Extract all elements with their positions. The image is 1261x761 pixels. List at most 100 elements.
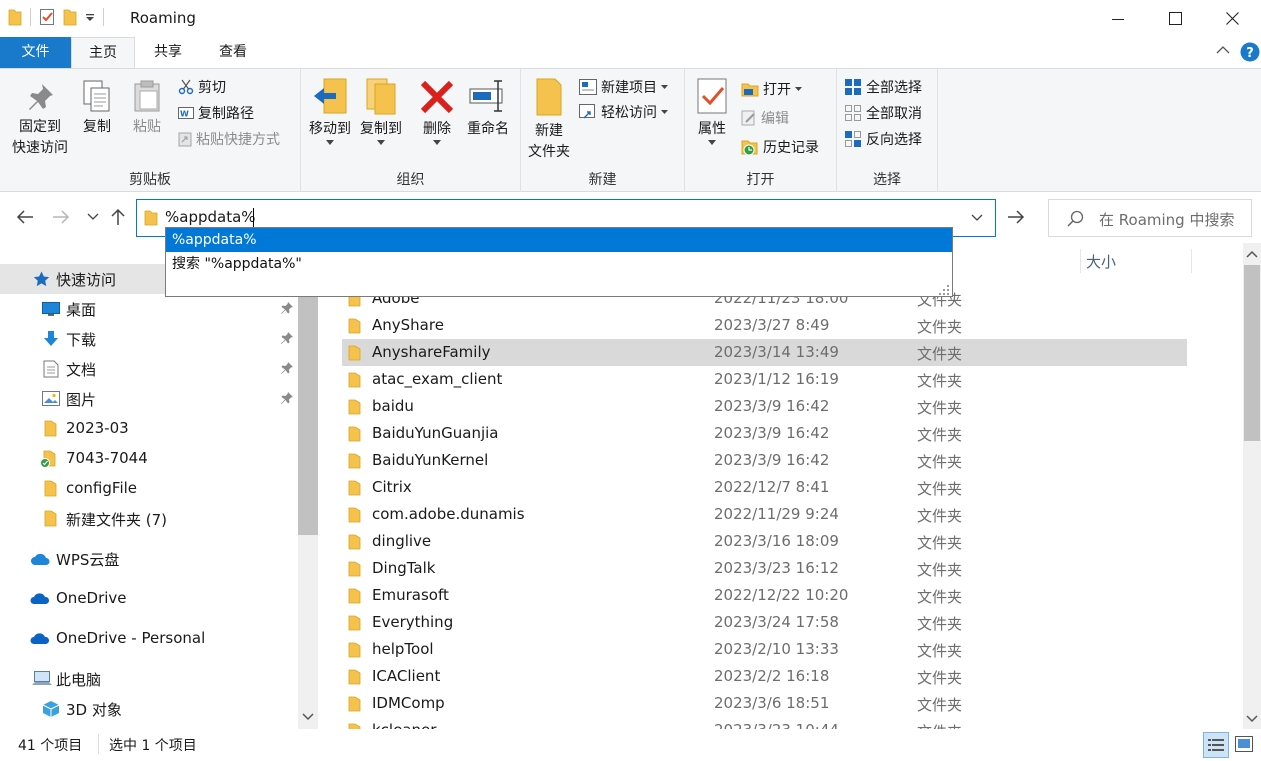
table-row[interactable]: BaiduYunKernel 2023/3/9 16:42 文件夹 — [342, 447, 1187, 474]
select-none-label: 全部取消 — [866, 106, 922, 122]
autocomplete-item[interactable]: %appdata% — [166, 228, 952, 252]
tab-share[interactable]: 共享 — [136, 37, 200, 68]
folder-icon — [348, 345, 361, 361]
selected-count: 选中 1 个项目 — [109, 738, 197, 754]
pin-icon[interactable] — [280, 331, 294, 345]
column-header-size[interactable]: 大小 — [1086, 251, 1116, 272]
nav-item-desktop[interactable]: 桌面 — [0, 294, 298, 324]
table-row[interactable]: Citrix 2022/12/7 8:41 文件夹 — [342, 474, 1187, 501]
invert-selection-button[interactable]: 反向选择 — [844, 129, 922, 149]
pin-icon[interactable] — [280, 301, 294, 315]
table-row[interactable]: DingTalk 2023/3/23 16:12 文件夹 — [342, 555, 1187, 582]
address-dropdown-icon[interactable] — [971, 214, 983, 222]
go-button[interactable] — [1006, 208, 1026, 226]
autocomplete-item[interactable]: 搜索 "%appdata%" — [166, 252, 952, 276]
copy-path-icon: W — [178, 107, 194, 119]
nav-item-pictures[interactable]: 图片 — [0, 384, 298, 414]
file-type: 文件夹 — [917, 642, 963, 660]
select-none-button[interactable]: 全部取消 — [844, 103, 922, 123]
recent-locations-button[interactable] — [87, 213, 99, 221]
table-row[interactable]: com.adobe.dunamis 2022/11/29 9:24 文件夹 — [342, 501, 1187, 528]
nav-label: 3D 对象 — [66, 701, 122, 719]
customize-qat-icon[interactable] — [85, 11, 95, 23]
nav-pane-scrollbar[interactable] — [298, 243, 318, 729]
copy-button[interactable]: 复制 — [76, 79, 118, 138]
table-row[interactable]: AnyShare 2023/3/27 8:49 文件夹 — [342, 312, 1187, 339]
table-row[interactable]: Everything 2023/3/24 17:58 文件夹 — [342, 609, 1187, 636]
cut-button[interactable]: 剪切 — [178, 77, 226, 97]
delete-button[interactable]: 删除 — [415, 77, 459, 146]
select-all-button[interactable]: 全部选择 — [844, 77, 922, 97]
table-row[interactable]: helpTool 2023/2/10 13:33 文件夹 — [342, 636, 1187, 663]
table-row[interactable]: atac_exam_client 2023/1/12 16:19 文件夹 — [342, 366, 1187, 393]
paste-button[interactable]: 粘贴 — [126, 79, 168, 138]
file-list-scrollbar[interactable] — [1243, 243, 1261, 729]
nav-onedrive[interactable]: OneDrive — [0, 584, 298, 614]
up-button[interactable] — [110, 208, 126, 226]
address-input[interactable]: %appdata% — [165, 208, 256, 226]
rename-button[interactable]: 重命名 — [461, 77, 515, 140]
tab-view[interactable]: 查看 — [200, 37, 266, 68]
nav-this-pc[interactable]: 此电脑 — [0, 664, 298, 694]
scroll-up-icon[interactable] — [1246, 250, 1258, 258]
dropdown-arrow-icon — [661, 84, 668, 89]
nav-item-documents[interactable]: 文档 — [0, 354, 298, 384]
edit-button[interactable]: 编辑 — [741, 108, 789, 128]
nav-wps-cloud[interactable]: WPS云盘 — [0, 544, 298, 574]
table-row[interactable]: ICAClient 2023/2/2 16:18 文件夹 — [342, 663, 1187, 690]
tab-file[interactable]: 文件 — [0, 37, 71, 68]
scroll-down-icon[interactable] — [302, 713, 314, 721]
maximize-button[interactable] — [1146, 0, 1204, 37]
table-row[interactable]: baidu 2023/3/9 16:42 文件夹 — [342, 393, 1187, 420]
nav-onedrive-personal[interactable]: OneDrive - Personal — [0, 624, 298, 654]
resize-grip-icon[interactable] — [938, 284, 950, 296]
nav-item-downloads[interactable]: 下载 — [0, 324, 298, 354]
close-button[interactable] — [1203, 0, 1261, 37]
easy-access-button[interactable]: 轻松访问 — [579, 102, 668, 122]
nav-item-7043-7044[interactable]: 7043-7044 — [0, 444, 298, 474]
tab-home[interactable]: 主页 — [71, 37, 135, 69]
scroll-down-icon[interactable] — [1246, 715, 1258, 723]
collapse-ribbon-icon[interactable] — [1216, 45, 1230, 55]
copy-path-button[interactable]: W 复制路径 — [178, 103, 254, 123]
table-row[interactable]: dinglive 2023/3/16 18:09 文件夹 — [342, 528, 1187, 555]
nav-item-configfile[interactable]: configFile — [0, 474, 298, 504]
details-view-button[interactable] — [1203, 732, 1229, 758]
pin-icon[interactable] — [280, 361, 294, 375]
file-type: 文件夹 — [917, 426, 963, 444]
open-button[interactable]: 打开 — [741, 79, 802, 99]
properties-button[interactable]: 属性 — [691, 77, 733, 146]
nav-label: 此电脑 — [56, 671, 102, 689]
back-button[interactable] — [16, 209, 34, 225]
new-item-button[interactable]: 新建项目 — [579, 77, 668, 97]
help-icon[interactable]: ? — [1240, 42, 1260, 62]
copy-path-label: 复制路径 — [198, 106, 254, 122]
file-name: DingTalk — [372, 559, 436, 577]
file-list: 大小 Adobe 2022/11/23 18:00 文件夹 AnyShare 2… — [318, 243, 1243, 729]
pin-quick-access-button[interactable]: 固定到 快速访问 — [6, 81, 74, 159]
table-row[interactable]: IDMComp 2023/3/6 18:51 文件夹 — [342, 690, 1187, 717]
minimize-button[interactable] — [1089, 0, 1147, 37]
history-button[interactable]: 历史记录 — [741, 137, 819, 157]
table-row[interactable]: kcleaner 2023/3/23 10:44 文件夹 — [342, 717, 1187, 729]
table-row[interactable]: Emurasoft 2022/12/22 10:20 文件夹 — [342, 582, 1187, 609]
paste-shortcut-button[interactable]: 粘贴快捷方式 — [178, 129, 280, 149]
move-to-button[interactable]: 移动到 — [305, 77, 355, 146]
new-folder-button[interactable]: 新建 文件夹 — [525, 77, 573, 163]
nav-item-2023-03[interactable]: 2023-03 — [0, 414, 298, 444]
new-folder-icon[interactable] — [63, 8, 77, 26]
forward-button[interactable] — [52, 209, 70, 225]
properties-check-icon[interactable] — [39, 8, 55, 26]
copy-to-button[interactable]: 复制到 — [355, 77, 407, 146]
pin-icon[interactable] — [280, 391, 294, 405]
file-type: 文件夹 — [917, 696, 963, 714]
file-date: 2023/1/12 16:19 — [714, 370, 839, 388]
scrollbar-thumb[interactable] — [1244, 265, 1260, 441]
file-date: 2023/3/23 16:12 — [714, 559, 839, 577]
nav-item-new-folder-7[interactable]: 新建文件夹 (7) — [0, 504, 298, 534]
table-row[interactable]: BaiduYunGuanjia 2023/3/9 16:42 文件夹 — [342, 420, 1187, 447]
nav-3d-objects[interactable]: 3D 对象 — [0, 694, 298, 724]
table-row-selected[interactable]: AnyshareFamily 2023/3/14 13:49 文件夹 — [342, 339, 1187, 366]
large-icons-view-button[interactable] — [1235, 736, 1253, 752]
search-box[interactable]: 在 Roaming 中搜索 — [1048, 199, 1252, 237]
